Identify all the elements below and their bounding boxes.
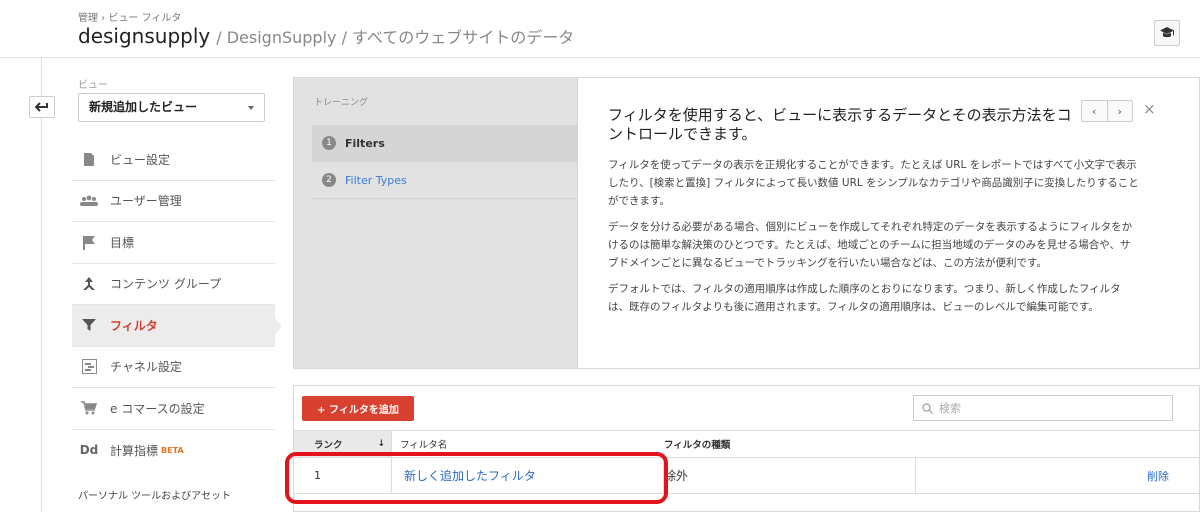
sidebar-item-label: 計算指標	[110, 443, 159, 458]
back-arrow-icon	[35, 102, 48, 112]
step-label: Filters	[345, 136, 385, 150]
document-icon	[80, 150, 98, 168]
sidebar-item-label: 目標	[110, 235, 135, 250]
back-button[interactable]	[29, 96, 55, 118]
training-label: トレーニング	[314, 98, 369, 108]
view-select-value: 新規追加したビュー	[89, 100, 198, 114]
training-paragraph: デフォルトでは、フィルタの適用順序は作成した順序のとおりになります。つまり、新し…	[608, 283, 1121, 313]
search-icon	[922, 402, 933, 414]
property-view-path: / DesignSupply / すべてのウェブサイトのデータ	[216, 28, 575, 47]
step-number: 1	[322, 136, 336, 150]
training-pager: ‹ ›	[1081, 100, 1133, 122]
sidebar-item-label: e コマースの設定	[110, 401, 205, 416]
help-button[interactable]	[1154, 20, 1180, 46]
cell-filter-type: 除外	[664, 458, 916, 493]
training-paragraph: データを分ける必要がある場合、個別にビューを作成してそれぞれ特定のデータを表示す…	[608, 221, 1133, 269]
training-step-filters[interactable]: 1 Filters	[312, 125, 585, 162]
sidebar-item-content-grouping[interactable]: コンテンツ グループ	[72, 264, 275, 305]
sidebar-nav: ビュー設定 ユーザー管理 目標 コンテンツ グループ フィルタ チャネル設定 e…	[72, 139, 282, 472]
content-group-icon	[80, 275, 98, 293]
column-label: ランク	[314, 440, 343, 451]
cart-icon	[80, 399, 98, 417]
training-content: フィルタを使用すると、ビューに表示するデータとその表示方法をコントロールできます…	[577, 78, 1199, 368]
training-panel: トレーニング 1 Filters 2 Filter Types フィルタを使用す…	[293, 77, 1200, 369]
training-step-filter-types[interactable]: 2 Filter Types	[312, 162, 577, 199]
section-heading-personal-tools: パーソナル ツールおよびアセット	[78, 491, 231, 502]
highlight-annotation	[285, 452, 668, 504]
page-header: 管理 › ビュー フィルタ designsupply / DesignSupply…	[0, 0, 1200, 58]
sidebar-item-label: ユーザー管理	[110, 194, 182, 209]
account-name: designsupply	[78, 24, 211, 48]
add-filter-button[interactable]: + フィルタを追加	[302, 396, 414, 421]
sidebar-item-filters[interactable]: フィルタ	[72, 305, 282, 347]
sort-arrow-icon: ↓	[377, 439, 385, 449]
search-input[interactable]: 検索	[913, 395, 1173, 421]
sidebar-item-label: フィルタ	[110, 318, 158, 333]
close-icon[interactable]: ×	[1143, 100, 1156, 118]
training-heading: フィルタを使用すると、ビューに表示するデータとその表示方法をコントロールできます…	[608, 106, 1072, 143]
dd-icon: Dd	[79, 443, 99, 458]
search-placeholder: 検索	[939, 402, 961, 415]
rail-divider	[41, 58, 42, 512]
sidebar-item-goals[interactable]: 目標	[72, 222, 275, 264]
sidebar-item-label: チャネル設定	[110, 360, 182, 375]
sidebar-item-user-management[interactable]: ユーザー管理	[72, 181, 275, 222]
filter-icon	[80, 316, 98, 334]
sidebar-item-channel-settings[interactable]: チャネル設定	[72, 347, 275, 388]
beta-badge: BETA	[161, 445, 184, 455]
breadcrumb[interactable]: 管理 › ビュー フィルタ	[78, 9, 181, 24]
training-paragraph: フィルタを使ってデータの表示を正規化することができます。たとえば URL をレポ…	[608, 159, 1139, 207]
graduation-cap-icon	[1160, 27, 1174, 38]
step-label: Filter Types	[345, 173, 407, 187]
training-body: フィルタを使ってデータの表示を正規化することができます。たとえば URL をレポ…	[608, 156, 1140, 324]
prev-button[interactable]: ‹	[1082, 101, 1107, 121]
delete-link[interactable]: 削除	[916, 458, 1199, 493]
sidebar-item-calculated-metrics[interactable]: Dd 計算指標 BETA	[72, 430, 275, 472]
next-button[interactable]: ›	[1106, 101, 1133, 121]
step-number: 2	[322, 173, 336, 187]
sidebar-item-ecommerce-settings[interactable]: e コマースの設定	[72, 388, 275, 430]
sidebar-item-label: コンテンツ グループ	[110, 277, 222, 292]
sidebar-item-label: ビュー設定	[110, 152, 171, 167]
column-header-type[interactable]: フィルタの種類	[664, 431, 1199, 457]
view-select[interactable]: 新規追加したビュー	[78, 93, 265, 122]
training-steps: トレーニング 1 Filters 2 Filter Types	[294, 78, 585, 368]
page-title: designsupply / DesignSupply / すべてのウェブサイトの…	[78, 24, 574, 48]
view-label: ビュー	[78, 80, 108, 91]
sidebar-item-view-settings[interactable]: ビュー設定	[72, 139, 275, 181]
users-icon	[80, 192, 98, 210]
flag-icon	[80, 233, 98, 251]
chevron-down-icon	[248, 106, 254, 110]
channel-icon	[80, 358, 98, 376]
